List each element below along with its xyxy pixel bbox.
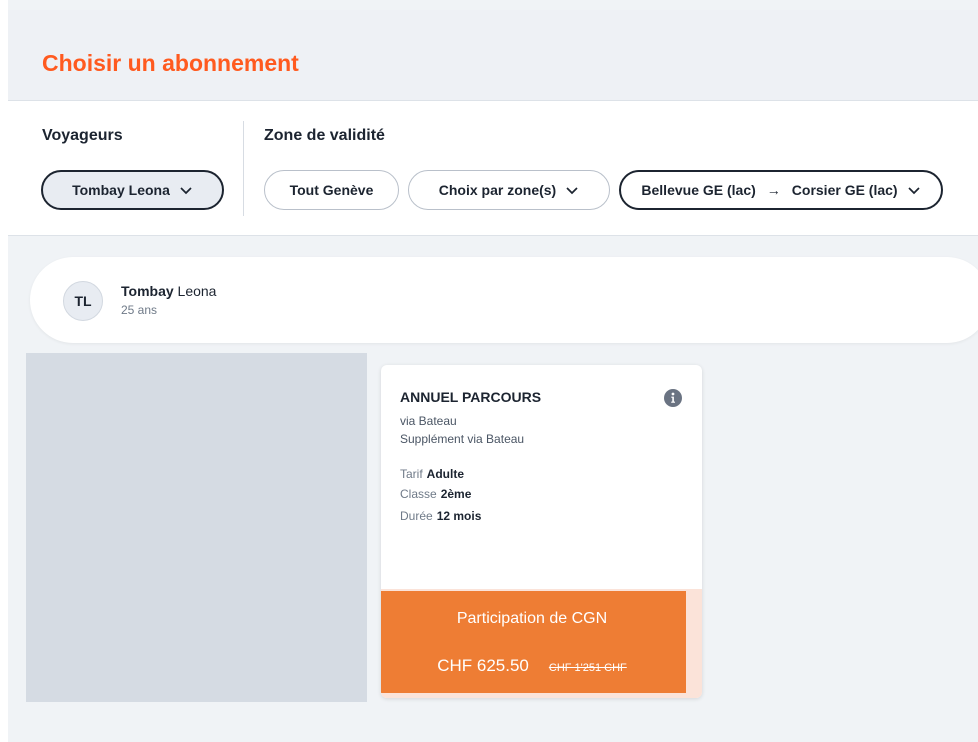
offer-classe-label: Classe — [400, 487, 437, 501]
participation-label: Participation de CGN — [456, 610, 608, 627]
zone-chip-tout-geneve[interactable]: Tout Genève — [264, 170, 399, 210]
offer-via: via Bateau — [400, 414, 457, 428]
price-current: CHF 625.50 — [437, 656, 529, 675]
chevron-down-icon — [566, 187, 578, 195]
offer-supplement: Supplément via Bateau — [400, 432, 525, 446]
route-dropdown[interactable]: Bellevue GE (lac) → Corsier GE (lac) — [619, 170, 943, 210]
page-title: Choisir un abonnement — [42, 50, 299, 76]
route-to: Corsier GE (lac) — [791, 182, 898, 198]
price-row: CHF 625.50 CHF 1'251 CHF — [381, 656, 686, 676]
price-original: CHF 1'251 CHF — [548, 662, 627, 674]
offer-duree-value: 12 mois — [436, 509, 482, 523]
avatar: TL — [63, 281, 103, 321]
traveler-last-name: Tombay — [121, 283, 174, 299]
zone-chip-par-zone[interactable]: Choix par zone(s) — [408, 170, 610, 210]
zone-chip-tout-geneve-label: Tout Genève — [289, 182, 374, 198]
zone-label: Zone de validité — [264, 127, 385, 144]
page-edge — [0, 0, 8, 742]
offer-classe-value: 2ème — [440, 487, 472, 501]
offer-card[interactable]: ANNUEL PARCOURS via Bateau Supplément vi… — [381, 365, 702, 698]
zone-chip-par-zone-label: Choix par zone(s) — [438, 182, 557, 198]
filter-divider — [243, 121, 244, 216]
chevron-down-icon — [180, 187, 192, 195]
price-button[interactable]: Participation de CGN CHF 625.50 CHF 1'25… — [381, 591, 686, 693]
travelers-label: Voyageurs — [42, 127, 123, 144]
traveler-name: Tombay Leona — [121, 283, 216, 299]
page-header: Choisir un abonnement — [8, 10, 978, 101]
offer-classe: Classe 2ème — [400, 487, 471, 501]
traveler-dropdown[interactable]: Tombay Leona — [41, 170, 224, 210]
traveler-first-name: Leona — [177, 283, 217, 299]
route-from: Bellevue GE (lac) — [641, 182, 756, 198]
traveler-dropdown-label: Tombay Leona — [72, 182, 170, 198]
offer-tarif-label: Tarif — [400, 467, 423, 481]
filter-bar: Voyageurs Zone de validité Tombay Leona … — [8, 101, 978, 236]
offer-tarif: Tarif Adulte — [400, 467, 464, 481]
offer-tarif-value: Adulte — [426, 467, 465, 481]
route-arrow: → — [766, 182, 781, 198]
chevron-down-icon — [908, 187, 920, 195]
offer-title: ANNUEL PARCOURS — [400, 389, 542, 405]
image-placeholder — [26, 353, 367, 702]
traveler-card: TL Tombay Leona 25 ans — [30, 257, 978, 343]
offer-duree: Durée 12 mois — [400, 509, 481, 523]
traveler-age: 25 ans — [121, 303, 158, 317]
offer-duree-label: Durée — [400, 509, 433, 523]
info-icon[interactable] — [664, 389, 682, 407]
